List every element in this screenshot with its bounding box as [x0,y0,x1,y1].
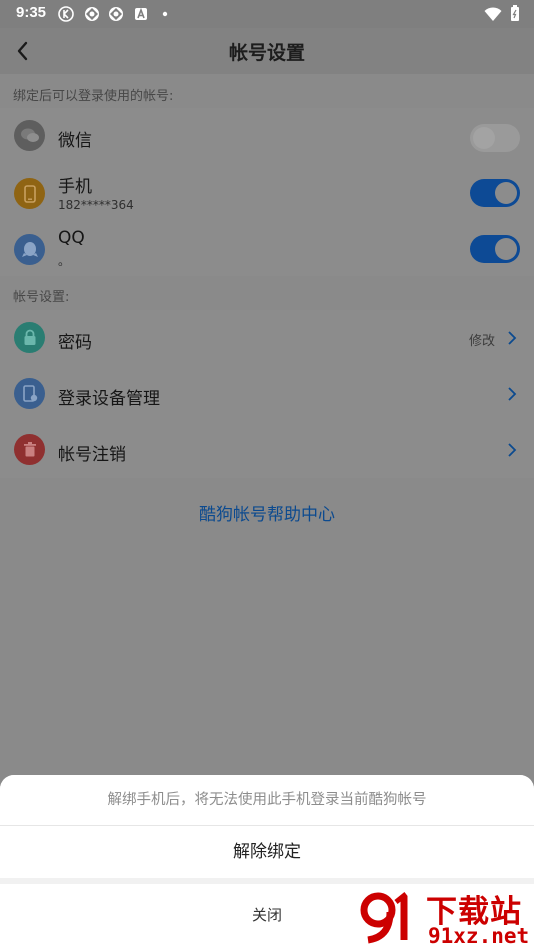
status-bar: 9:35 [0,0,534,28]
phone-icon [14,178,45,209]
watermark-logo-icon [360,892,408,944]
bound-item-qq: QQ 。 [0,220,534,276]
bound-section-label: 绑定后可以登录使用的帐号: [13,89,174,104]
wechat-icon [14,120,45,151]
qq-sub: 。 [58,254,71,268]
help-center-link[interactable]: 酷狗帐号帮助中心 [0,487,534,543]
wechat-toggle[interactable] [470,124,520,152]
settings-item-device-management[interactable]: 登录设备管理 [0,366,534,422]
qq-label: QQ [58,228,85,248]
bound-item-wechat: 微信 [0,108,534,164]
app-notification-icon-2 [109,7,123,21]
qq-toggle[interactable] [470,235,520,263]
account-cancel-label: 帐号注销 [58,445,126,465]
status-time: 9:35 [16,4,47,21]
account-section-label: 帐号设置: [13,290,70,305]
phone-toggle[interactable] [470,179,520,207]
title-bar: 帐号设置 [0,28,534,74]
wifi-icon [484,6,502,21]
watermark: 下载站 91xz.net [360,882,534,950]
lock-icon [14,322,45,353]
wechat-label: 微信 [58,131,92,151]
bound-item-phone: 手机 182*****364 [0,164,534,220]
sheet-message: 解绑手机后，将无法使用此手机登录当前酷狗帐号 [0,775,534,826]
password-label: 密码 [58,333,92,353]
device-icon [14,378,45,409]
bound-accounts-group: 微信 手机 182*****364 QQ 。 [0,108,534,276]
chevron-right-icon [508,331,517,345]
trash-icon [14,434,45,465]
settings-item-password[interactable]: 密码 修改 [0,310,534,366]
unbind-button[interactable]: 解除绑定 [0,826,534,878]
phone-label: 手机 [58,177,92,197]
dot-icon [162,11,168,17]
phone-number: 182*****364 [58,198,134,212]
a-app-icon [135,7,147,20]
page-title: 帐号设置 [228,42,305,64]
battery-icon [511,5,519,21]
chevron-right-icon [508,387,517,401]
qq-icon [14,234,45,265]
password-modify-text: 修改 [468,334,495,349]
chevron-right-icon [508,443,517,457]
k-app-icon [58,6,74,22]
account-settings-group: 密码 修改 登录设备管理 帐号注销 [0,310,534,478]
app-notification-icon [85,7,99,21]
settings-item-account-cancel[interactable]: 帐号注销 [0,422,534,478]
device-management-label: 登录设备管理 [58,389,160,409]
watermark-url: 91xz.net [428,924,530,948]
